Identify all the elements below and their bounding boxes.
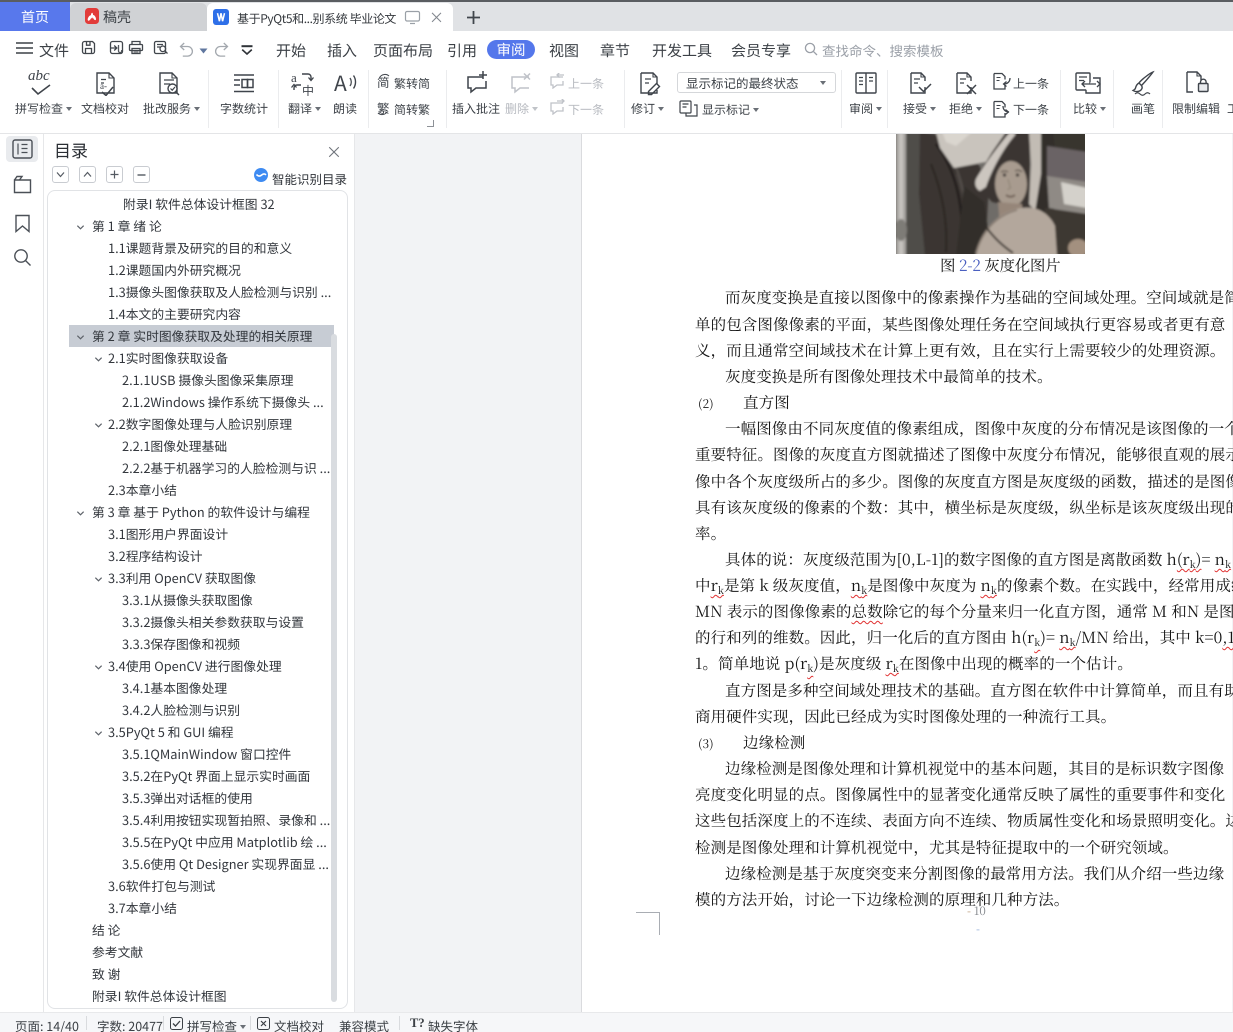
svg-text:a: a bbox=[291, 70, 297, 85]
svg-text:a-: a- bbox=[100, 81, 107, 91]
svg-text:中: 中 bbox=[302, 82, 314, 97]
svg-text:A: A bbox=[334, 69, 347, 96]
